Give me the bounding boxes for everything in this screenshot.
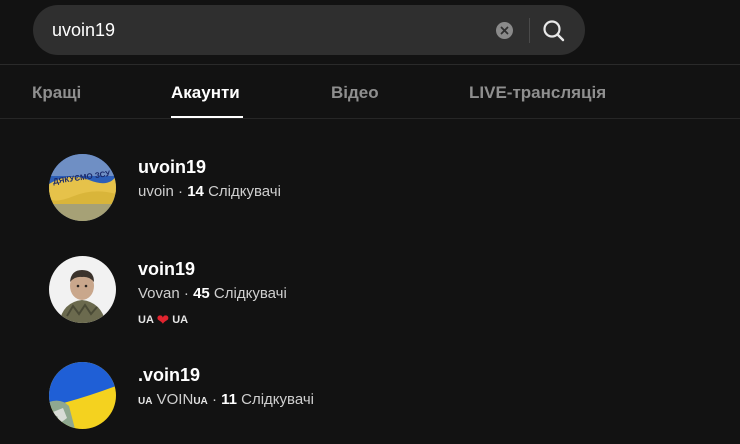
follower-label: Слідкувачі xyxy=(208,183,281,200)
account-meta: UA VOINUA · 11 Слідкувачі xyxy=(138,391,314,408)
meta-separator: · xyxy=(183,285,189,302)
bio-flag-text: UA xyxy=(138,314,154,326)
account-nickname: Vovan xyxy=(138,285,180,302)
heart-icon: ❤ xyxy=(156,312,170,329)
account-row[interactable]: ДЯКУЄМО ЗСУ uvoin19 uvoin · 14 Слідкувач… xyxy=(0,154,740,246)
search-bar xyxy=(33,5,585,55)
nickname-flag-text: UA xyxy=(138,396,153,407)
tab-accounts[interactable]: Акаунти xyxy=(171,83,240,103)
avatar[interactable] xyxy=(49,256,116,323)
tab-videos[interactable]: Відео xyxy=(331,83,379,103)
follower-count: 11 xyxy=(221,391,237,408)
follower-count: 14 xyxy=(187,183,204,200)
account-username[interactable]: uvoin19 xyxy=(138,157,206,178)
account-nickname: VOIN xyxy=(156,391,194,408)
search-results-page: Кращі Акаунти Відео LIVE-трансляція ДЯКУ… xyxy=(0,0,740,444)
account-username[interactable]: .voin19 xyxy=(138,365,200,386)
account-meta: Vovan · 45 Слідкувачі xyxy=(138,285,287,302)
clear-circle-icon[interactable] xyxy=(496,22,513,39)
avatar[interactable]: ДЯКУЄМО ЗСУ xyxy=(49,154,116,221)
tab-bar: Кращі Акаунти Відео LIVE-трансляція xyxy=(0,65,740,119)
nickname-flag-text: UA xyxy=(193,396,208,407)
follower-label: Слідкувачі xyxy=(241,391,315,408)
account-meta: uvoin · 14 Слідкувачі xyxy=(138,183,281,200)
follower-label: Слідкувачі xyxy=(213,285,287,302)
account-row[interactable]: .voin19 UA VOINUA · 11 Слідкувачі xyxy=(0,362,740,444)
magnifier-icon[interactable] xyxy=(541,18,567,44)
tabs-divider xyxy=(0,118,740,119)
account-username[interactable]: voin19 xyxy=(138,259,195,280)
account-bio: UA ❤ UA xyxy=(138,311,188,329)
follower-count: 45 xyxy=(193,285,210,302)
account-nickname: uvoin xyxy=(138,183,174,200)
bio-flag-text: UA xyxy=(172,314,189,326)
search-input[interactable] xyxy=(52,5,492,55)
avatar[interactable] xyxy=(49,362,116,429)
search-divider xyxy=(529,18,530,43)
meta-separator: · xyxy=(178,183,184,200)
tab-live[interactable]: LIVE-трансляція xyxy=(469,83,606,103)
account-row[interactable]: voin19 Vovan · 45 Слідкувачі UA ❤ UA xyxy=(0,256,740,348)
tab-top[interactable]: Кращі xyxy=(32,83,81,103)
meta-separator: · xyxy=(211,391,217,408)
